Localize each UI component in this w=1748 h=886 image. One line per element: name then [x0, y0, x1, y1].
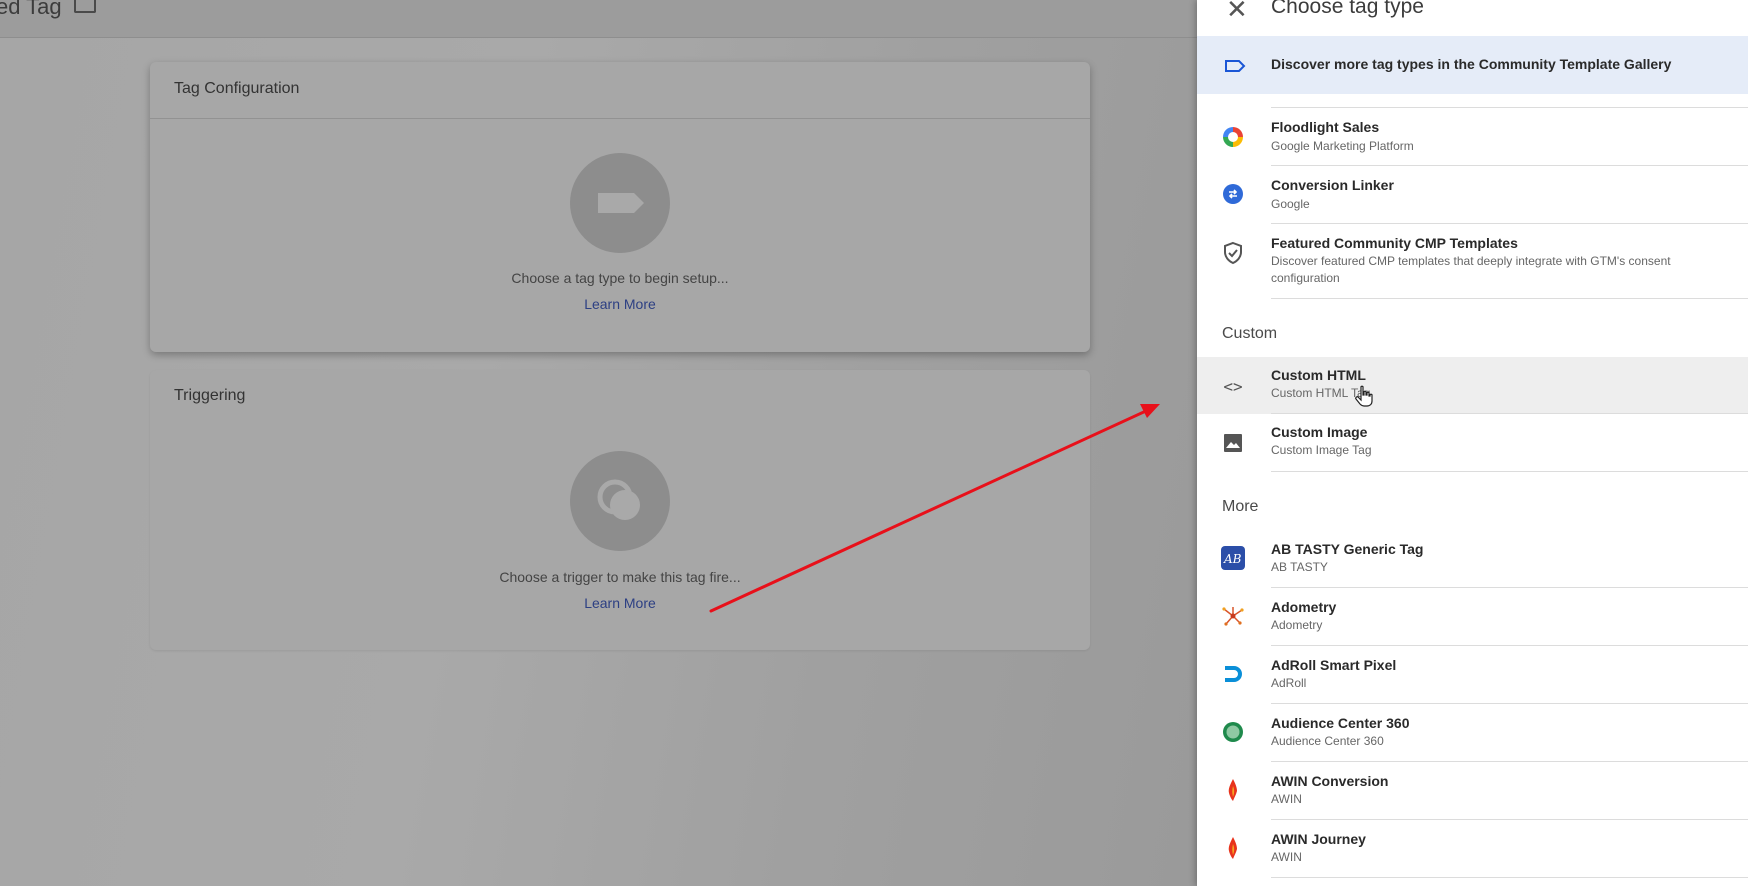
tag-type-vendor: AdRoll	[1271, 676, 1307, 690]
close-icon[interactable]: ✕	[1226, 0, 1248, 25]
trigger-placeholder-icon[interactable]	[570, 451, 670, 551]
section-custom-heading: Custom	[1222, 325, 1278, 342]
folder-icon[interactable]	[74, 0, 96, 13]
tag-type-description: Discover featured CMP templates that dee…	[1271, 254, 1671, 285]
tag-type-floodlight-sales[interactable]: Floodlight Sales Google Marketing Platfo…	[1197, 108, 1748, 166]
abtasty-icon: AB	[1221, 546, 1245, 570]
tag-type-vendor: Audience Center 360	[1271, 734, 1384, 748]
editor-topbar: ed Tag	[0, 0, 1197, 38]
tag-type-vendor: AWIN	[1271, 792, 1302, 806]
triggering-card[interactable]: Triggering Choose a trigger to make this…	[150, 370, 1090, 650]
tag-type-awin-journey[interactable]: AWIN Journey AWIN	[1197, 820, 1748, 878]
tag-type-custom-html[interactable]: <> Custom HTML Custom HTML Tag	[1197, 357, 1748, 414]
tag-type-name: AdRoll Smart Pixel	[1271, 657, 1397, 673]
tag-type-vendor: Custom Image Tag	[1271, 443, 1372, 457]
awin-icon	[1221, 836, 1245, 860]
triggering-learn-more-link[interactable]: Learn More	[150, 595, 1090, 611]
divider	[1271, 471, 1748, 472]
tag-configuration-hint: Choose a tag type to begin setup...	[511, 270, 729, 286]
tag-type-custom-image[interactable]: Custom Image Custom Image Tag	[1197, 414, 1748, 472]
tag-type-vendor: Google	[1271, 197, 1310, 211]
divider	[1271, 877, 1748, 878]
community-gallery-banner[interactable]: Discover more tag types in the Community…	[1197, 36, 1748, 94]
floodlight-icon	[1221, 125, 1245, 149]
code-icon: <>	[1223, 376, 1243, 396]
tag-type-audience-center-360[interactable]: Audience Center 360 Audience Center 360	[1197, 704, 1748, 762]
tag-type-vendor: AWIN	[1271, 850, 1302, 864]
adometry-icon	[1221, 604, 1245, 628]
tag-configuration-learn-more-link[interactable]: Learn More	[150, 296, 1090, 312]
community-gallery-label: Discover more tag types in the Community…	[1271, 56, 1672, 72]
adroll-icon	[1221, 662, 1245, 686]
tag-type-vendor: Custom HTML Tag	[1271, 386, 1371, 400]
image-icon	[1221, 431, 1245, 455]
tag-type-name: Custom Image	[1271, 424, 1368, 440]
tag-type-name: AB TASTY Generic Tag	[1271, 541, 1424, 557]
tag-name-title[interactable]: ed Tag	[0, 0, 62, 20]
triggering-title: Triggering	[174, 387, 246, 404]
tag-configuration-card[interactable]: Tag Configuration Choose a tag type to b…	[150, 62, 1090, 352]
tag-type-conversion-linker[interactable]: Conversion Linker Google	[1197, 166, 1748, 224]
panel-title: Choose tag type	[1271, 0, 1424, 18]
tag-type-name: AWIN Journey	[1271, 831, 1366, 847]
audience-center-icon	[1221, 720, 1245, 744]
choose-tag-type-panel: ✕ Choose tag type Discover more tag type…	[1197, 0, 1748, 886]
tag-type-name: AWIN Conversion	[1271, 773, 1389, 789]
tag-outline-icon	[1224, 59, 1246, 78]
tag-type-adometry[interactable]: Adometry Adometry	[1197, 588, 1748, 646]
svg-text:AB: AB	[1223, 552, 1242, 566]
tag-type-name: Featured Community CMP Templates	[1271, 235, 1518, 251]
panel-header: ✕ Choose tag type	[1197, 0, 1748, 36]
tag-type-featured-cmp-templates[interactable]: Featured Community CMP Templates Discove…	[1197, 224, 1748, 299]
tag-type-name: Custom HTML	[1271, 367, 1366, 383]
shield-check-icon	[1221, 241, 1245, 265]
tag-type-ab-tasty[interactable]: AB AB TASTY Generic Tag AB TASTY	[1197, 530, 1748, 588]
section-more-heading: More	[1222, 498, 1259, 515]
tag-type-name: Conversion Linker	[1271, 177, 1394, 193]
tag-type-vendor: Google Marketing Platform	[1271, 139, 1414, 153]
conversion-linker-icon	[1221, 182, 1245, 206]
tag-placeholder-icon[interactable]	[570, 153, 670, 253]
tag-type-name: Floodlight Sales	[1271, 119, 1380, 135]
divider	[1271, 298, 1748, 299]
tag-type-awin-conversion[interactable]: AWIN Conversion AWIN	[1197, 762, 1748, 820]
tag-type-name: Adometry	[1271, 599, 1337, 615]
tag-type-vendor: AB TASTY	[1271, 560, 1328, 574]
awin-icon	[1221, 778, 1245, 802]
tag-type-name: Audience Center 360	[1271, 715, 1410, 731]
tag-configuration-title: Tag Configuration	[150, 62, 1090, 119]
tag-type-adroll-smart-pixel[interactable]: AdRoll Smart Pixel AdRoll	[1197, 646, 1748, 704]
tag-type-vendor: Adometry	[1271, 618, 1323, 632]
triggering-hint: Choose a trigger to make this tag fire..…	[499, 569, 741, 585]
hand-cursor-icon	[1355, 385, 1373, 412]
